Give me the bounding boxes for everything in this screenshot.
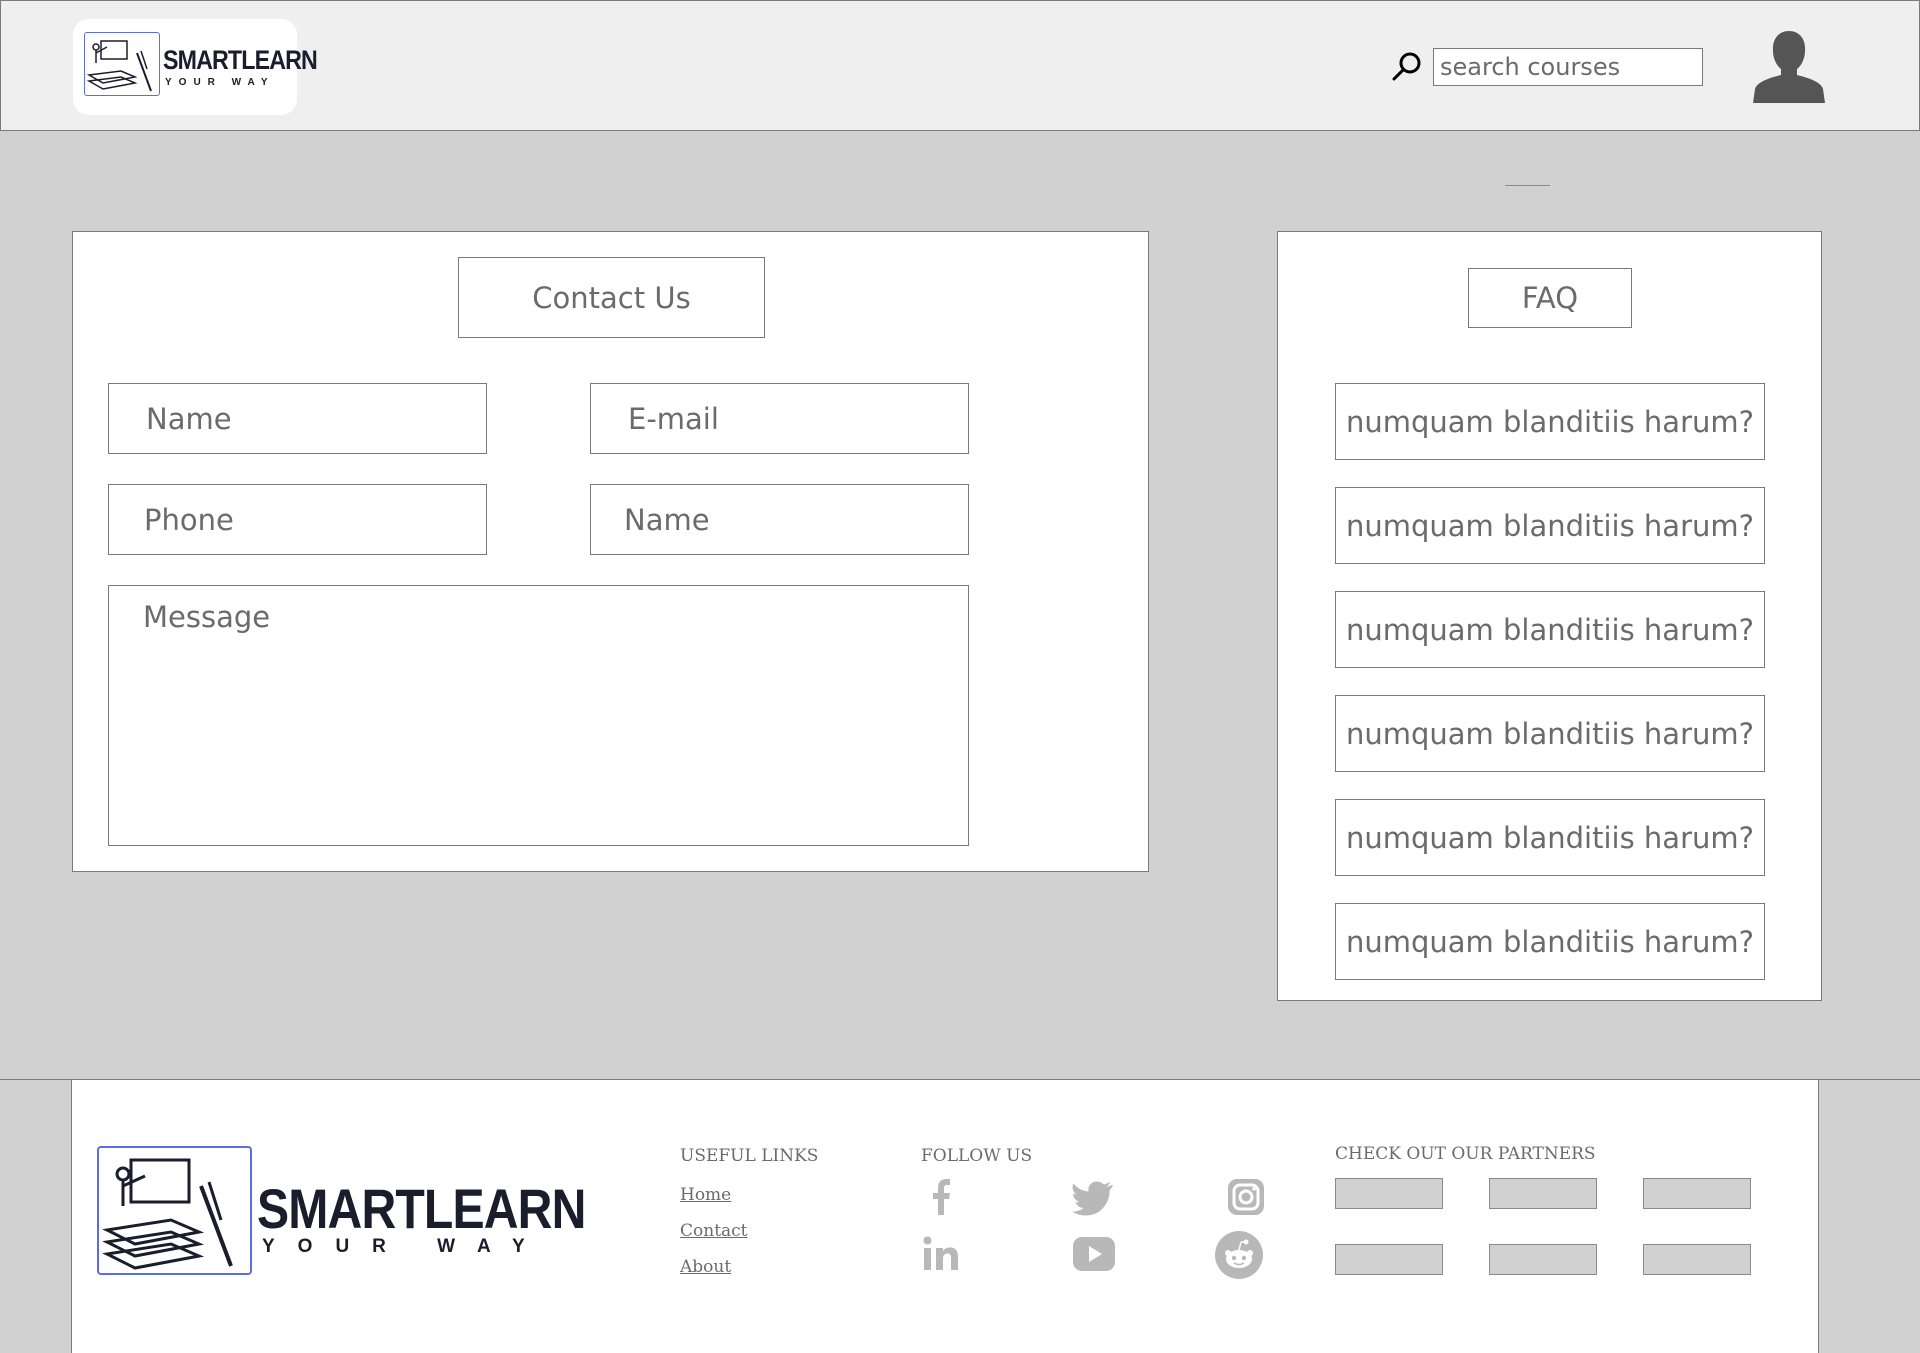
partners-heading: CHECK OUT OUR PARTNERS xyxy=(1335,1144,1596,1164)
partner-logo[interactable] xyxy=(1489,1244,1597,1275)
message-field[interactable]: Message xyxy=(108,585,969,846)
partner-logo[interactable] xyxy=(1335,1178,1443,1209)
partner-logo[interactable] xyxy=(1335,1244,1443,1275)
footer-logo-teacher-icon xyxy=(97,1146,252,1275)
header-logo[interactable]: SMARTLEARN YOUR WAY xyxy=(73,19,318,115)
useful-links-heading: USEFUL LINKS xyxy=(680,1146,819,1166)
faq-panel: FAQ numquam blanditiis harum? numquam bl… xyxy=(1277,231,1822,1001)
logo-tagline: YOUR WAY xyxy=(165,77,275,88)
divider-line xyxy=(1505,185,1550,186)
second-name-field[interactable]: Name xyxy=(590,484,969,555)
faq-item[interactable]: numquam blanditiis harum? xyxy=(1335,799,1765,876)
logo-wordmark: SMARTLEARN xyxy=(163,45,318,75)
partner-logo[interactable] xyxy=(1643,1244,1751,1275)
search-icon[interactable] xyxy=(1391,51,1423,83)
email-field[interactable]: E-mail xyxy=(590,383,969,454)
faq-item[interactable]: numquam blanditiis harum? xyxy=(1335,591,1765,668)
faq-item[interactable]: numquam blanditiis harum? xyxy=(1335,695,1765,772)
name-field[interactable]: Name xyxy=(108,383,487,454)
footer-logo-wordmark: SMARTLEARN xyxy=(257,1177,586,1240)
reddit-icon[interactable] xyxy=(1214,1230,1264,1280)
partner-logo[interactable] xyxy=(1643,1178,1751,1209)
instagram-icon[interactable] xyxy=(1224,1175,1268,1219)
facebook-icon[interactable] xyxy=(920,1175,964,1219)
user-avatar-icon[interactable] xyxy=(1753,29,1825,103)
footer-link-contact[interactable]: Contact xyxy=(680,1221,748,1241)
twitter-icon[interactable] xyxy=(1072,1175,1116,1219)
site-header: SMARTLEARN YOUR WAY xyxy=(0,0,1920,131)
contact-title: Contact Us xyxy=(458,257,765,338)
linkedin-icon[interactable] xyxy=(920,1232,964,1276)
footer-link-about[interactable]: About xyxy=(680,1257,731,1277)
contact-form-panel: Contact Us Name E-mail Phone Name Messag… xyxy=(72,231,1149,872)
follow-us-heading: FOLLOW US xyxy=(921,1146,1033,1166)
faq-title: FAQ xyxy=(1468,268,1632,328)
footer-link-home[interactable]: Home xyxy=(680,1185,731,1205)
youtube-icon[interactable] xyxy=(1072,1232,1116,1276)
phone-field[interactable]: Phone xyxy=(108,484,487,555)
faq-item[interactable]: numquam blanditiis harum? xyxy=(1335,487,1765,564)
faq-item[interactable]: numquam blanditiis harum? xyxy=(1335,383,1765,460)
site-footer: SMARTLEARN YOUR WAY USEFUL LINKS Home Co… xyxy=(71,1080,1819,1353)
search-input[interactable] xyxy=(1433,48,1703,86)
faq-item[interactable]: numquam blanditiis harum? xyxy=(1335,903,1765,980)
footer-logo-tagline: YOUR WAY xyxy=(262,1236,548,1257)
partner-logo[interactable] xyxy=(1489,1178,1597,1209)
logo-teacher-icon xyxy=(84,32,160,96)
